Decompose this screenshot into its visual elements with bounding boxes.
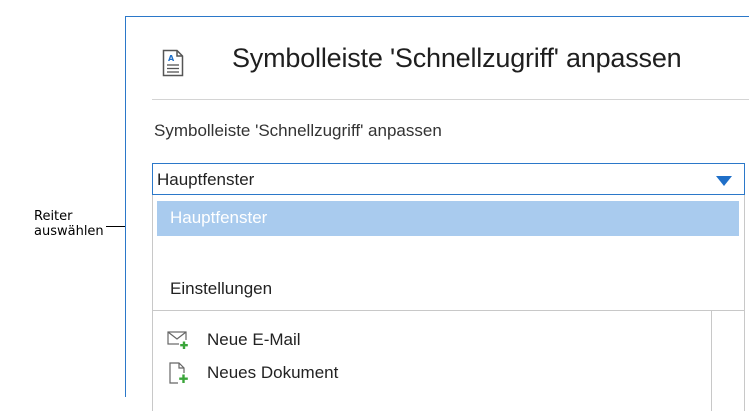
new-document-icon: [169, 362, 189, 384]
dropdown-option-label: Einstellungen: [170, 279, 273, 298]
scrollbar[interactable]: [712, 311, 745, 411]
svg-text:A: A: [168, 54, 175, 63]
chevron-down-icon[interactable]: [716, 176, 732, 186]
document-icon: A: [162, 49, 184, 77]
list-item-label: Neues Dokument: [207, 363, 339, 382]
list-item-label: Neue E-Mail: [207, 330, 301, 349]
dropdown-selected-value: Hauptfenster: [157, 170, 255, 189]
dropdown-option-hauptfenster[interactable]: Hauptfenster: [157, 201, 739, 236]
customize-toolbar-dialog: A Symbolleiste 'Schnellzugriff' anpassen…: [125, 16, 749, 411]
section-label: Symbolleiste 'Schnellzugriff' anpassen: [154, 121, 442, 140]
dropdown-options-list: Hauptfenster Einstellungen: [152, 195, 745, 311]
callout-label-line1: Reiter: [34, 209, 73, 224]
dialog-title: Symbolleiste 'Schnellzugriff' anpassen: [232, 43, 682, 73]
callout-label-line2: auswählen: [34, 224, 104, 239]
dropdown-option-einstellungen[interactable]: Einstellungen: [157, 275, 739, 307]
divider: [152, 99, 749, 100]
tab-select-dropdown[interactable]: Hauptfenster: [152, 163, 745, 195]
dropdown-option-label: Hauptfenster: [170, 208, 268, 227]
callout-label: Reiter auswählen: [34, 209, 104, 239]
new-email-icon: [167, 331, 189, 350]
commands-list: Neue E-Mail Neues Dokument: [152, 311, 712, 411]
